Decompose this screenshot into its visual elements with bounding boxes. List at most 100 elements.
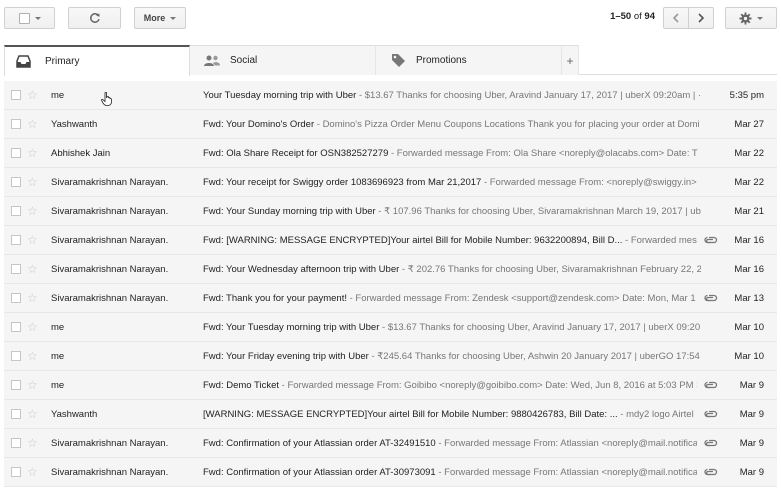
row-checkbox[interactable] — [11, 409, 21, 419]
star-icon[interactable]: ☆ — [27, 117, 38, 131]
email-date: Mar 13 — [734, 292, 764, 304]
email-subject: Fwd: Your Friday evening trip with Uber — [203, 350, 369, 362]
row-checkbox[interactable] — [11, 90, 21, 100]
row-checkbox[interactable] — [11, 438, 21, 448]
toolbar: More 1–50 of 94 — [0, 0, 781, 38]
refresh-icon — [89, 13, 100, 23]
email-row[interactable]: ☆ Abhishek Jain Fwd: Ola Share Receipt for… — [4, 139, 777, 168]
email-subject: Your Tuesday morning trip with Uber — [203, 89, 357, 101]
email-content: Fwd: Thank you for your payment! - Forwa… — [203, 293, 697, 304]
email-row[interactable]: ☆ me Your Tuesday morning trip with Uber -… — [4, 81, 777, 110]
tab-social[interactable]: Social — [190, 45, 376, 75]
star-icon[interactable]: ☆ — [27, 175, 38, 189]
row-checkbox[interactable] — [11, 206, 21, 216]
row-checkbox[interactable] — [11, 148, 21, 158]
email-content: Your Tuesday morning trip with Uber - $1… — [203, 90, 701, 101]
email-snippet: - Forwarded mes — [622, 234, 697, 246]
email-sender: Sivaramakrishnan Narayan. — [51, 234, 169, 246]
email-sender: me — [51, 89, 65, 101]
email-subject: Fwd: Thank you for your payment! — [203, 292, 347, 304]
email-content: Fwd: Your Domino's Order - Domino's Pizz… — [203, 119, 701, 130]
row-checkbox[interactable] — [11, 235, 21, 245]
star-icon[interactable]: ☆ — [27, 465, 38, 479]
row-checkbox[interactable] — [11, 177, 21, 187]
email-row[interactable]: ☆ Sivaramakrishnan Narayan. Fwd: Your Sund… — [4, 197, 777, 226]
star-icon[interactable]: ☆ — [27, 233, 38, 247]
star-icon[interactable]: ☆ — [27, 291, 38, 305]
email-date: Mar 21 — [734, 205, 764, 217]
category-tabs: Primary Social Promotions + — [4, 45, 777, 76]
row-checkbox[interactable] — [11, 380, 21, 390]
email-content: Fwd: Your Sunday morning trip with Uber … — [203, 206, 701, 217]
email-snippet: - Forwarded message From: Atlassian <nor… — [435, 466, 697, 478]
email-sender: me — [51, 379, 65, 391]
email-date: Mar 9 — [739, 408, 764, 420]
pager-total: 94 — [644, 11, 655, 22]
star-icon[interactable]: ☆ — [27, 349, 38, 363]
star-icon[interactable]: ☆ — [27, 378, 38, 392]
select-all-button[interactable] — [4, 7, 55, 29]
email-snippet: - Forwarded message From: Zendesk <suppo… — [346, 292, 696, 304]
email-subject: Fwd: Your Domino's Order — [203, 118, 315, 130]
email-row[interactable]: ☆ Sivaramakrishnan Narayan. Fwd: Your rece… — [4, 168, 777, 197]
email-row[interactable]: ☆ Sivaramakrishnan Narayan. Fwd: Confirmat… — [4, 429, 777, 458]
refresh-button[interactable] — [68, 7, 121, 29]
email-sender: Sivaramakrishnan Narayan. — [51, 292, 169, 304]
email-snippet: - $13.67 Thanks for choosing Uber, Aravi… — [379, 321, 701, 333]
tab-label: Promotions — [416, 55, 467, 66]
email-date: Mar 10 — [734, 321, 764, 333]
newer-button[interactable] — [663, 7, 689, 29]
settings-button[interactable] — [725, 7, 777, 29]
email-content: Fwd: Your Friday evening trip with Uber … — [203, 351, 701, 362]
email-snippet: - mdy2 logo Airtel r — [617, 408, 697, 420]
email-sender: Abhishek Jain — [51, 147, 111, 159]
tag-icon — [390, 53, 406, 69]
email-row[interactable]: ☆ me Fwd: Your Friday evening trip with Ub… — [4, 342, 777, 371]
add-tab-button[interactable]: + — [562, 45, 579, 75]
row-checkbox[interactable] — [11, 293, 21, 303]
row-checkbox[interactable] — [11, 467, 21, 477]
row-checkbox[interactable] — [11, 322, 21, 332]
email-row[interactable]: ☆ Sivaramakrishnan Narayan. Fwd: Thank you… — [4, 284, 777, 313]
email-snippet: - ₹ 202.76 Thanks for choosing Uber, Siv… — [399, 263, 701, 275]
email-row[interactable]: ☆ Sivaramakrishnan Narayan. Fwd: Your Wedn… — [4, 255, 777, 284]
gear-icon — [739, 11, 752, 25]
more-button[interactable]: More — [134, 7, 186, 29]
row-checkbox[interactable] — [11, 351, 21, 361]
email-snippet: - Forwarded message From: <noreply@swigg… — [481, 176, 697, 188]
star-icon[interactable]: ☆ — [27, 204, 38, 218]
email-content: [WARNING: MESSAGE ENCRYPTED]Your airtel … — [203, 409, 697, 420]
star-icon[interactable]: ☆ — [27, 146, 38, 160]
email-sender: me — [51, 321, 65, 333]
star-icon[interactable]: ☆ — [27, 407, 38, 421]
inbox-icon — [15, 54, 31, 70]
star-icon[interactable]: ☆ — [27, 88, 38, 102]
email-sender: me — [51, 350, 65, 362]
row-checkbox[interactable] — [11, 119, 21, 129]
row-checkbox[interactable] — [11, 264, 21, 274]
email-subject: Fwd: [WARNING: MESSAGE ENCRYPTED]Your ai… — [203, 234, 623, 246]
tab-promotions[interactable]: Promotions — [376, 45, 562, 75]
email-snippet: - $13.67 Thanks for choosing Uber, Aravi… — [356, 89, 701, 101]
chevron-left-icon — [672, 13, 679, 23]
tab-primary[interactable]: Primary — [4, 45, 190, 76]
plus-icon: + — [566, 53, 574, 68]
email-date: Mar 9 — [739, 466, 764, 478]
email-snippet: - Forwarded message From: Atlassian <nor… — [435, 437, 697, 449]
email-row[interactable]: ☆ Sivaramakrishnan Narayan. Fwd: Confirmat… — [4, 458, 777, 487]
email-row[interactable]: ☆ Sivaramakrishnan Narayan. Fwd: [WARNING:… — [4, 226, 777, 255]
star-icon[interactable]: ☆ — [27, 320, 38, 334]
pager-of: of — [633, 11, 642, 22]
email-content: Fwd: Demo Ticket - Forwarded message Fro… — [203, 380, 697, 391]
email-row[interactable]: ☆ me Fwd: Demo Ticket - Forwarded message … — [4, 371, 777, 400]
star-icon[interactable]: ☆ — [27, 262, 38, 276]
email-subject: [WARNING: MESSAGE ENCRYPTED]Your airtel … — [203, 408, 618, 420]
email-subject: Fwd: Confirmation of your Atlassian orde… — [203, 437, 436, 449]
email-row[interactable]: ☆ Yashwanth Fwd: Your Domino's Order - Dom… — [4, 110, 777, 139]
star-icon[interactable]: ☆ — [27, 436, 38, 450]
email-content: Fwd: Your Wednesday afternoon trip with … — [203, 264, 701, 275]
email-date: Mar 27 — [734, 118, 764, 130]
email-row[interactable]: ☆ Yashwanth [WARNING: MESSAGE ENCRYPTED]Yo… — [4, 400, 777, 429]
older-button[interactable] — [688, 7, 714, 29]
email-row[interactable]: ☆ me Fwd: Your Tuesday morning trip with U… — [4, 313, 777, 342]
